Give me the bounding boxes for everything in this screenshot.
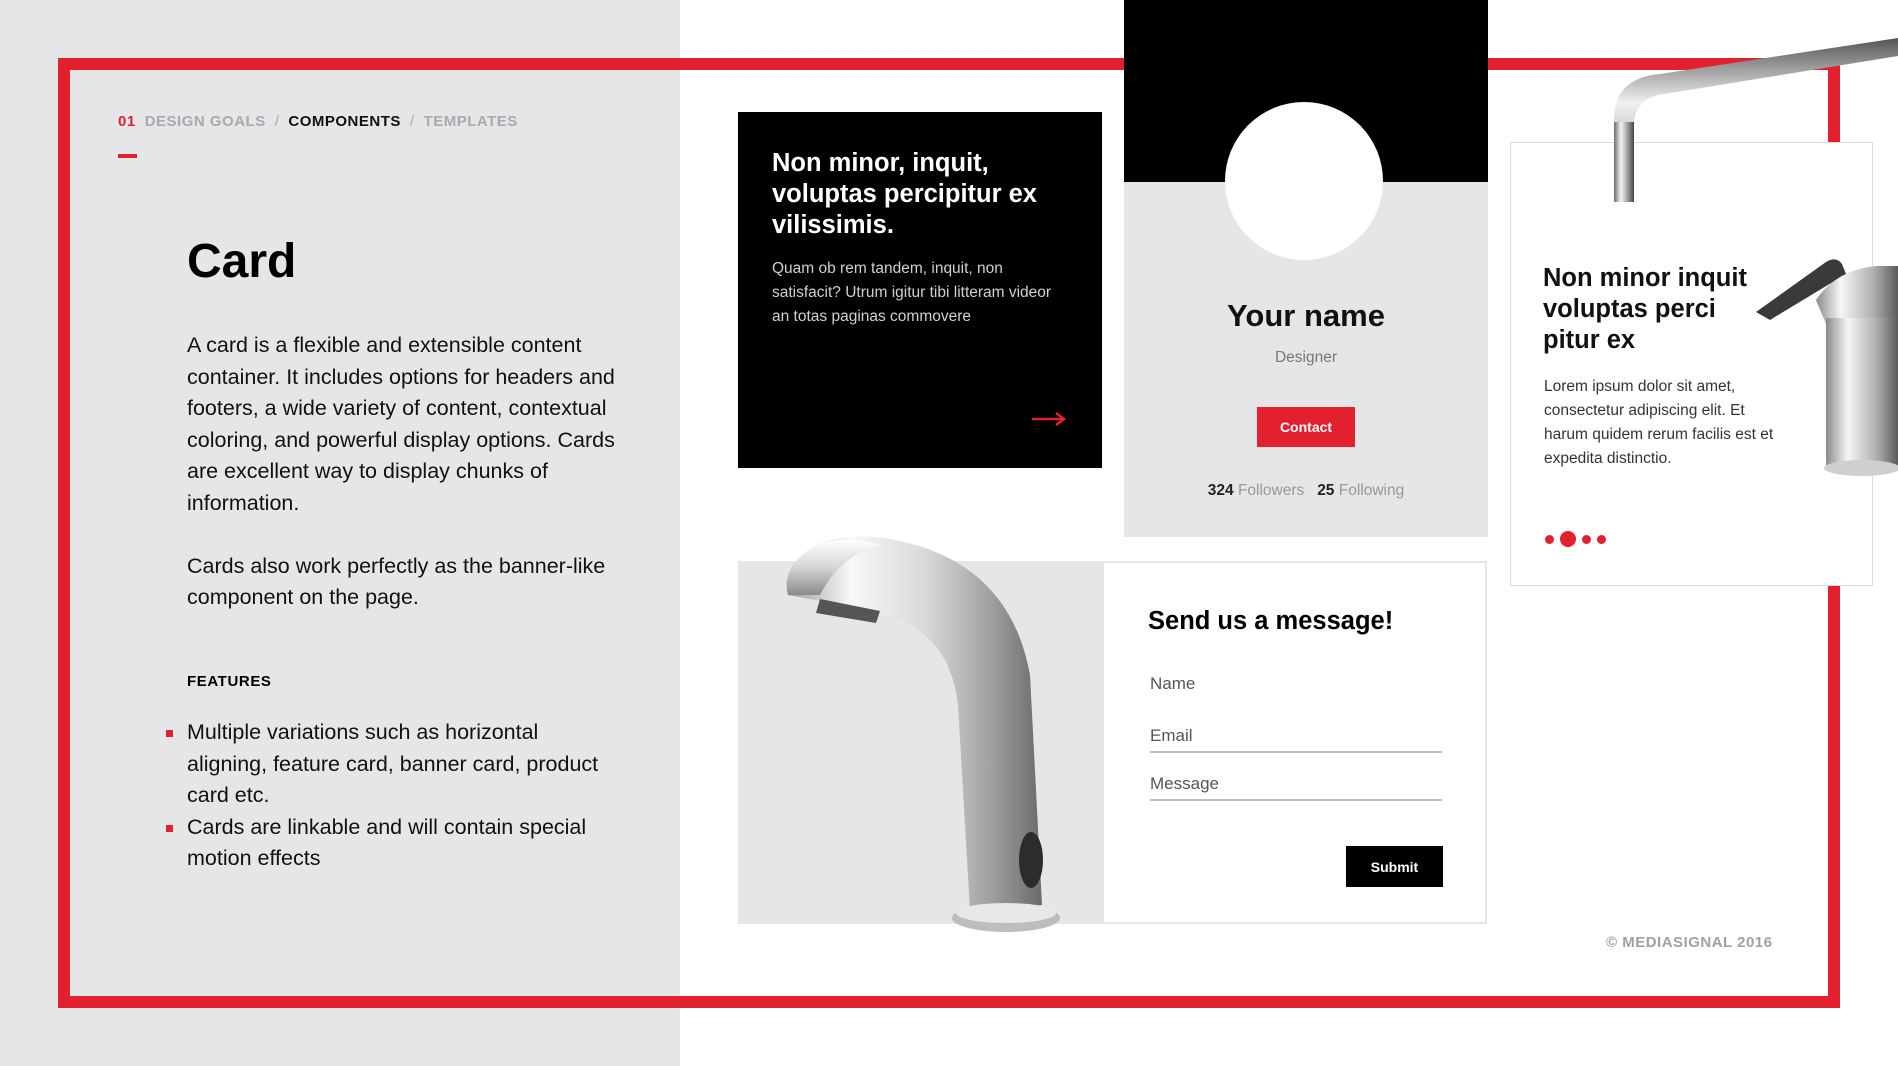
submit-button[interactable]: Submit [1346, 846, 1443, 887]
following-count: 25 [1317, 482, 1335, 499]
breadcrumb: 01 DESIGN GOALS / COMPONENTS / TEMPLATES [118, 113, 518, 130]
product-card-title: Non minor inquit voluptas perci pitur ex [1543, 264, 1747, 354]
product-card-body: Lorem ipsum dolor sit amet, consectetur … [1544, 378, 1774, 467]
carousel-dot[interactable] [1545, 534, 1554, 544]
name-field[interactable]: Name [1150, 674, 1442, 694]
description-paragraph: A card is a flexible and extensible cont… [187, 333, 615, 515]
followers-count: 324 [1207, 482, 1234, 499]
page-title: Card [187, 235, 297, 288]
carousel-dots [1545, 531, 1606, 547]
features-heading: FEATURES [187, 673, 272, 690]
breadcrumb-separator: / [274, 113, 280, 130]
carousel-dot[interactable] [1582, 534, 1591, 544]
followers-label: Followers [1237, 482, 1305, 499]
dark-card-title: Non minor, inquit, voluptas percipitur e… [772, 149, 1037, 239]
faucet-image-large [786, 536, 1060, 932]
section-number: 01 [118, 113, 136, 130]
page-description: A card is a flexible and extensible cont… [187, 330, 627, 614]
breadcrumb-design-goals[interactable]: DESIGN GOALS [145, 113, 266, 130]
profile-role: Designer [1274, 349, 1338, 366]
form-title: Send us a message! [1148, 607, 1394, 635]
carousel-dot[interactable] [1597, 534, 1606, 544]
breadcrumb-active-marker [118, 154, 137, 158]
following-label: Following [1338, 482, 1405, 499]
profile-name: Your name [1227, 298, 1385, 333]
dark-feature-card[interactable]: Non minor, inquit, voluptas percipitur e… [738, 112, 1102, 468]
copyright: © MEDIASIGNAL 2016 [1606, 934, 1773, 951]
description-paragraph: Cards also work perfectly as the banner-… [187, 553, 606, 610]
breadcrumb-components[interactable]: COMPONENTS [288, 113, 401, 130]
carousel-dot-active[interactable] [1560, 531, 1576, 547]
breadcrumb-separator: / [409, 113, 415, 130]
dark-card-body: Quam ob rem tandem, inquit, non satisfac… [772, 260, 1052, 325]
breadcrumb-templates[interactable]: TEMPLATES [424, 113, 518, 130]
contact-button[interactable]: Contact [1257, 407, 1355, 447]
faucet-image-top [1614, 38, 1898, 202]
message-field[interactable]: Message [1150, 774, 1442, 801]
faucet-image-side [1756, 259, 1898, 476]
profile-card: Your name Designer Contact 324 Followers… [1124, 0, 1488, 537]
feature-item: Multiple variations such as horizontal a… [166, 717, 607, 812]
features-list: Multiple variations such as horizontal a… [166, 717, 607, 875]
arrow-right-icon[interactable] [1032, 412, 1066, 426]
avatar [1225, 102, 1383, 260]
profile-stats: 324 Followers 25 Following [1124, 482, 1488, 500]
feature-item: Cards are linkable and will contain spec… [166, 812, 607, 875]
email-field[interactable]: Email [1150, 726, 1442, 753]
